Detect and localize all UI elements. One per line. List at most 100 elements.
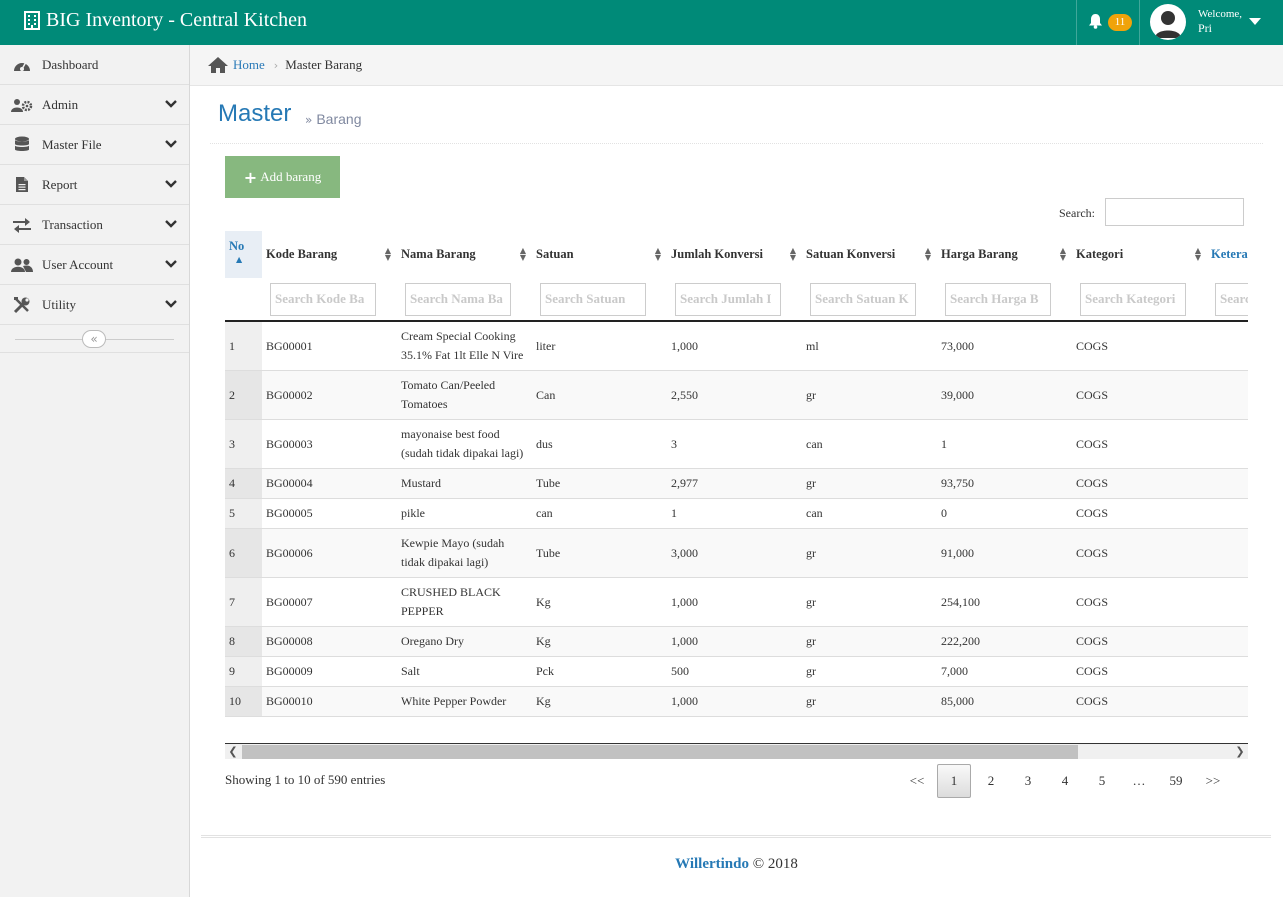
table-row[interactable]: 6 BG00006 Kewpie Mayo (sudah tidak dipakai… bbox=[225, 528, 1248, 578]
column-filter-input[interactable]: Search Kode Ba bbox=[270, 282, 376, 316]
sidebar-item-utility[interactable]: Utility bbox=[0, 285, 189, 325]
table-cell: 4 bbox=[225, 468, 262, 499]
scroll-right-icon[interactable]: ❯ bbox=[1232, 744, 1248, 759]
sort-icon: ▲ ▼ bbox=[789, 246, 796, 262]
sidebar-item-label: Master File bbox=[42, 136, 102, 152]
scrollbar-thumb[interactable] bbox=[242, 745, 1078, 759]
table-cell: BG00002 bbox=[262, 370, 397, 420]
sidebar-item-report[interactable]: Report bbox=[0, 165, 189, 205]
table-cell bbox=[1207, 577, 1248, 627]
brand[interactable]: BIG Inventory - Central Kitchen bbox=[24, 9, 307, 32]
search-input[interactable] bbox=[1105, 198, 1244, 226]
add-barang-button[interactable]: + Add barang bbox=[225, 156, 340, 198]
table-cell: COGS bbox=[1072, 626, 1207, 657]
table-cell: Salt bbox=[397, 656, 532, 687]
table-row[interactable]: 7 BG00007 CRUSHED BLACK PEPPER Kg 1,000 gr 254… bbox=[225, 577, 1248, 627]
chevron-down-icon bbox=[165, 220, 177, 228]
column-filter-input[interactable]: Search Harga B bbox=[945, 282, 1051, 316]
table-row[interactable]: 1 BG00001 Cream Special Cooking 35.1% Fat … bbox=[225, 321, 1248, 371]
page-button[interactable]: 3 bbox=[1011, 764, 1045, 798]
table-cell: Oregano Dry bbox=[397, 626, 532, 657]
sidebar-item-dashboard[interactable]: Dashboard bbox=[0, 45, 189, 85]
table-cell: 5 bbox=[225, 498, 262, 529]
table-row[interactable]: 10 BG00010 White Pepper Powder Kg 1,000 gr 85,… bbox=[225, 686, 1248, 717]
table-cell: 2 bbox=[225, 370, 262, 420]
user-menu[interactable]: Welcome, Pri bbox=[1141, 0, 1283, 45]
table-cell: gr bbox=[802, 468, 937, 499]
table-row[interactable]: 5 BG00005 pikle can 1 can 0 COGS bbox=[225, 498, 1248, 529]
table-cell: White Pepper Powder bbox=[397, 686, 532, 717]
table-cell: 2,977 bbox=[667, 468, 802, 499]
filter-cell: Search Kode Ba bbox=[262, 278, 397, 321]
column-header[interactable]: Harga Barang ▲ ▼ bbox=[937, 231, 1072, 278]
page-prev-button[interactable]: << bbox=[900, 764, 934, 798]
page-button[interactable]: 59 bbox=[1159, 764, 1193, 798]
table-row[interactable]: 8 BG00008 Oregano Dry Kg 1,000 gr 222,200 COGS bbox=[225, 626, 1248, 657]
column-header[interactable]: No ▲ bbox=[225, 231, 262, 278]
tools-icon bbox=[11, 295, 33, 315]
sidebar-item-admin[interactable]: Admin bbox=[0, 85, 189, 125]
table-cell: 91,000 bbox=[937, 528, 1072, 578]
table-cell: 0 bbox=[937, 498, 1072, 529]
header-row: No ▲ Kode Barang ▲ ▼ Nama Barang ▲ ▼ Satuan ▲ ▼ Jum… bbox=[225, 231, 1248, 278]
page-button[interactable]: 4 bbox=[1048, 764, 1082, 798]
table-cell: Mustard bbox=[397, 468, 532, 499]
column-header[interactable]: Satuan ▲ ▼ bbox=[532, 231, 667, 278]
page-button[interactable]: 2 bbox=[974, 764, 1008, 798]
sidebar-item-label: User Account bbox=[42, 256, 114, 272]
table-cell: Can bbox=[532, 370, 667, 420]
column-filter-input[interactable]: Searc bbox=[1215, 282, 1248, 316]
column-header[interactable]: Jumlah Konversi ▲ ▼ bbox=[667, 231, 802, 278]
table-cell: ml bbox=[802, 321, 937, 371]
column-filter-input[interactable]: Search Nama Ba bbox=[405, 282, 511, 316]
table-row[interactable]: 4 BG00004 Mustard Tube 2,977 gr 93,750 COGS bbox=[225, 468, 1248, 499]
footer-brand[interactable]: Willertindo bbox=[675, 856, 749, 872]
table-cell: BG00009 bbox=[262, 656, 397, 687]
page-next-button[interactable]: >> bbox=[1196, 764, 1230, 798]
chevron-down-icon bbox=[165, 140, 177, 148]
table-cell: Tomato Can/Peeled Tomatoes bbox=[397, 370, 532, 420]
welcome-text: Welcome, Pri bbox=[1198, 7, 1242, 35]
data-table-container: No ▲ Kode Barang ▲ ▼ Nama Barang ▲ ▼ Satuan ▲ ▼ Jum… bbox=[225, 231, 1248, 743]
table-cell: Kg bbox=[532, 626, 667, 657]
notifications-button[interactable]: 11 bbox=[1076, 0, 1140, 45]
column-header[interactable]: Satuan Konversi ▲ ▼ bbox=[802, 231, 937, 278]
sidebar-item-master-file[interactable]: Master File bbox=[0, 125, 189, 165]
table-row[interactable]: 3 BG00003 mayonaise best food (sudah tidak… bbox=[225, 419, 1248, 469]
table-cell: COGS bbox=[1072, 468, 1207, 499]
sort-icon: ▲ ▼ bbox=[384, 246, 391, 262]
table-cell: 1 bbox=[667, 498, 802, 529]
table-row[interactable]: 9 BG00009 Salt Pck 500 gr 7,000 COGS bbox=[225, 656, 1248, 687]
column-header[interactable]: Ketera bbox=[1207, 231, 1248, 278]
page-button[interactable]: 5 bbox=[1085, 764, 1119, 798]
column-filter-input[interactable]: Search Kategori bbox=[1080, 282, 1186, 316]
horizontal-scrollbar[interactable]: ❮ ❯ bbox=[225, 743, 1248, 759]
column-filter-input[interactable]: Search Jumlah I bbox=[675, 282, 781, 316]
column-header[interactable]: Kode Barang ▲ ▼ bbox=[262, 231, 397, 278]
collapse-sidebar-button[interactable]: « bbox=[82, 330, 106, 348]
filter-cell: Search Kategori bbox=[1072, 278, 1207, 321]
breadcrumb-home-link[interactable]: Home bbox=[233, 57, 265, 73]
table-cell: Kg bbox=[532, 577, 667, 627]
column-filter-input[interactable]: Search Satuan K bbox=[810, 282, 916, 316]
table-cell: 2,550 bbox=[667, 370, 802, 420]
sidebar-item-user-account[interactable]: User Account bbox=[0, 245, 189, 285]
scroll-left-icon[interactable]: ❮ bbox=[225, 744, 241, 759]
chevron-down-icon bbox=[165, 300, 177, 308]
table-cell: 1 bbox=[225, 321, 262, 371]
users-icon bbox=[11, 255, 33, 275]
table-cell: Tube bbox=[532, 528, 667, 578]
table-cell: 10 bbox=[225, 686, 262, 717]
table-row[interactable]: 2 BG00002 Tomato Can/Peeled Tomatoes Can 2,5… bbox=[225, 370, 1248, 420]
page-button[interactable]: 1 bbox=[937, 764, 971, 798]
column-header[interactable]: Nama Barang ▲ ▼ bbox=[397, 231, 532, 278]
column-header-label: No bbox=[229, 239, 245, 253]
sidebar-item-transaction[interactable]: Transaction bbox=[0, 205, 189, 245]
table-cell: COGS bbox=[1072, 419, 1207, 469]
column-header[interactable]: Kategori ▲ ▼ bbox=[1072, 231, 1207, 278]
sidebar-item-label: Report bbox=[42, 176, 78, 192]
table-cell bbox=[1207, 419, 1248, 469]
column-filter-input[interactable]: Search Satuan bbox=[540, 282, 646, 316]
chevron-down-icon bbox=[165, 100, 177, 108]
table-cell: CRUSHED BLACK PEPPER bbox=[397, 577, 532, 627]
